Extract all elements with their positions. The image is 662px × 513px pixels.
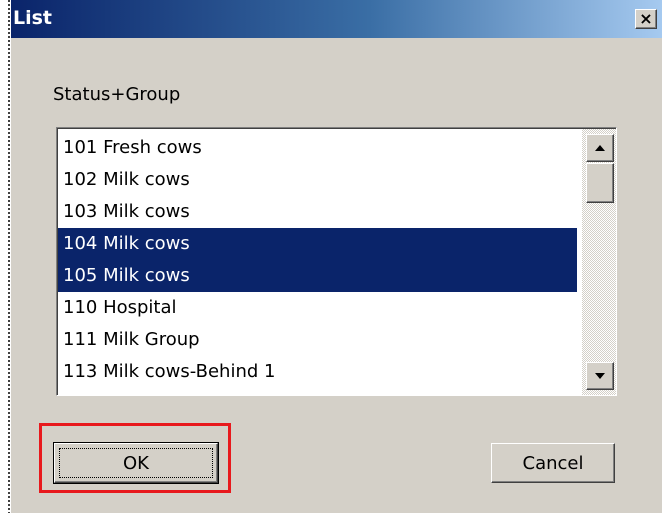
list-item[interactable]: 104 Milk cows bbox=[58, 228, 577, 260]
list-items: 101 Fresh cows 102 Milk cows 103 Milk cows… bbox=[58, 132, 577, 388]
close-icon: × bbox=[639, 9, 653, 28]
ok-button-highlight bbox=[39, 423, 231, 493]
list-item[interactable]: 105 Milk cows bbox=[58, 260, 577, 292]
list-item[interactable]: 103 Milk cows bbox=[58, 196, 577, 228]
window-title: List bbox=[13, 7, 53, 29]
list-item[interactable]: 110 Hospital bbox=[58, 292, 577, 324]
cancel-button[interactable]: Cancel bbox=[491, 443, 615, 483]
list-item[interactable]: 111 Milk Group bbox=[58, 324, 577, 356]
list-dialog: List × Status+Group 101 Fresh cows 102 Mi… bbox=[10, 0, 662, 513]
cancel-button-label: Cancel bbox=[522, 452, 584, 474]
scroll-thumb[interactable] bbox=[586, 163, 614, 203]
title-bar[interactable]: List × bbox=[11, 0, 662, 38]
list-item[interactable]: 101 Fresh cows bbox=[58, 132, 577, 164]
status-group-label: Status+Group bbox=[53, 84, 181, 105]
scroll-up-button[interactable] bbox=[586, 134, 614, 162]
close-button[interactable]: × bbox=[635, 9, 657, 29]
list-item[interactable]: 113 Milk cows-Behind 1 bbox=[58, 356, 577, 388]
status-group-listbox[interactable]: 101 Fresh cows 102 Milk cows 103 Milk cows… bbox=[56, 127, 617, 396]
vertical-scrollbar[interactable] bbox=[582, 129, 616, 395]
arrow-up-icon bbox=[595, 145, 605, 151]
arrow-down-icon bbox=[595, 373, 605, 379]
listbox-frame: 101 Fresh cows 102 Milk cows 103 Milk cows… bbox=[57, 128, 616, 395]
scroll-down-button[interactable] bbox=[586, 362, 614, 390]
list-item[interactable]: 102 Milk cows bbox=[58, 164, 577, 196]
